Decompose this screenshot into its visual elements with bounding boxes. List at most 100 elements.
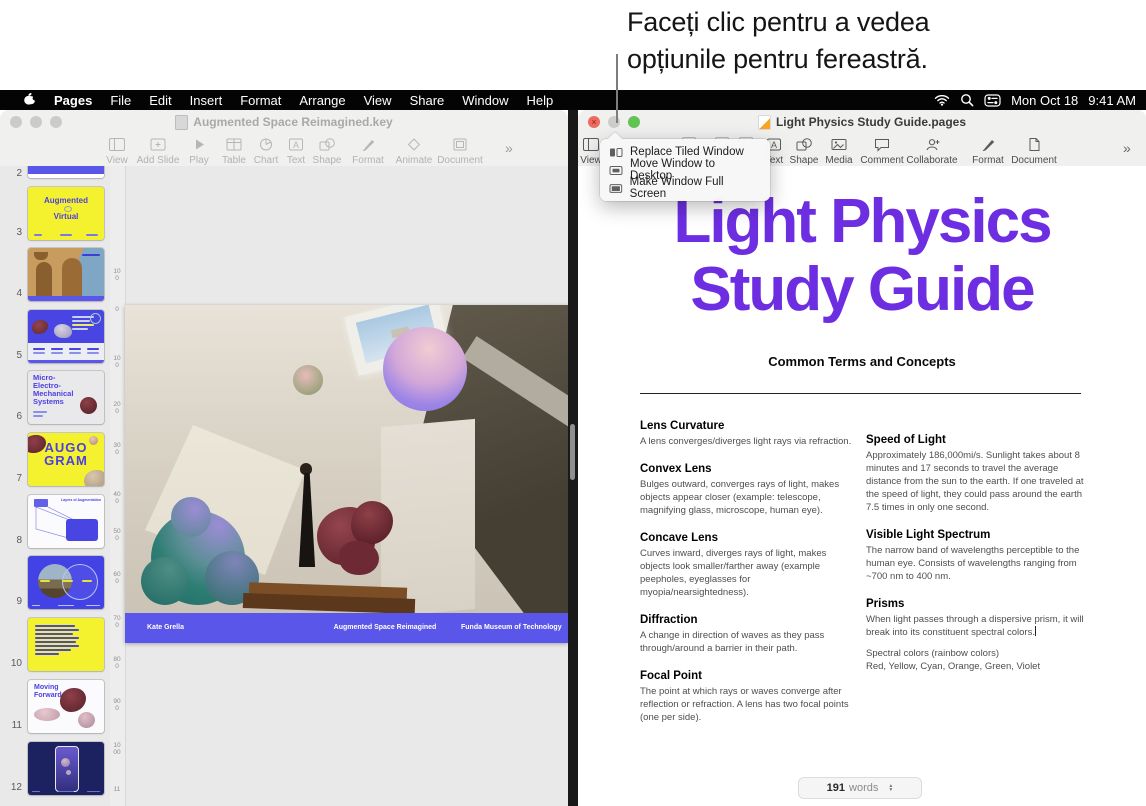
toolbar-button-document[interactable]: Document xyxy=(423,137,497,166)
slide-thumbnail-12[interactable] xyxy=(28,742,104,795)
pages-document: Light Physics Study Guide Common Terms a… xyxy=(578,166,1146,806)
slide-number: 10 xyxy=(2,658,22,669)
menu-item-edit[interactable]: Edit xyxy=(140,93,180,108)
zoom-button[interactable] xyxy=(628,116,640,128)
replace-tiled-window-icon xyxy=(609,146,623,159)
slide-number: 2 xyxy=(2,168,22,179)
slide-thumbnail-5[interactable] xyxy=(28,310,104,363)
keynote-document-icon xyxy=(175,115,188,130)
section-body: Red, Yellow, Cyan, Orange, Green, Violet xyxy=(866,660,1094,673)
window-options-menu: Replace Tiled Window Move Window to Desk… xyxy=(600,139,770,201)
section-body: Curves inward, diverges rays of light, m… xyxy=(640,547,852,599)
section-body: Bulges outward, converges rays of light,… xyxy=(640,478,852,517)
right-text-column[interactable]: Speed of Light Approximately 186,000mi/s… xyxy=(866,434,1094,688)
slide-footer-bar: Kate Grella Augmented Space Reimagined F… xyxy=(125,613,568,643)
current-slide[interactable]: Kate Grella Augmented Space Reimagined F… xyxy=(125,305,568,643)
section-body: A lens converges/diverges light rays via… xyxy=(640,435,852,448)
keynote-window-chrome: Augmented Space Reimagined.key View Add … xyxy=(0,110,568,167)
menu-item-pages[interactable]: Pages xyxy=(45,93,101,108)
section-heading: Speed of Light xyxy=(866,434,1094,446)
menu-item-view[interactable]: View xyxy=(355,93,401,108)
section-body: A change in direction of waves as they p… xyxy=(640,629,852,655)
doc-section: Diffraction A change in direction of wav… xyxy=(640,614,852,655)
doc-section: Concave Lens Curves inward, diverges ray… xyxy=(640,532,852,599)
menu-item-file[interactable]: File xyxy=(101,93,140,108)
callout-line-2: opțiunile pentru fereastră. xyxy=(627,41,929,78)
section-body: The narrow band of wavelengths perceptib… xyxy=(866,544,1094,583)
callout-line-1: Faceți clic pentru a vedea xyxy=(627,4,929,41)
section-heading: Lens Curvature xyxy=(640,420,852,432)
close-button[interactable] xyxy=(10,116,22,128)
menu-bar-time[interactable]: 9:41 AM xyxy=(1088,93,1136,108)
horizontal-rule xyxy=(640,393,1081,394)
slide-thumbnail-7[interactable]: AUGO GRAM xyxy=(28,433,104,486)
menu-item-format[interactable]: Format xyxy=(231,93,290,108)
slide-thumbnail-9[interactable] xyxy=(28,556,104,609)
slide-number: 11 xyxy=(2,720,22,731)
menu-item-share[interactable]: Share xyxy=(401,93,454,108)
photo-person xyxy=(297,463,317,567)
slide-thumbnail-10[interactable] xyxy=(28,618,104,671)
slide-navigator: 2 3 Augmented Virtual 4 xyxy=(0,166,111,806)
word-count-stepper-icon[interactable]: ▲▼ xyxy=(888,784,893,793)
menu-bar-date[interactable]: Mon Oct 18 xyxy=(1011,93,1078,108)
document-subtitle[interactable]: Common Terms and Concepts xyxy=(578,354,1146,369)
left-text-column[interactable]: Lens Curvature A lens converges/diverges… xyxy=(640,420,852,739)
minimize-button[interactable] xyxy=(30,116,42,128)
toolbar-button-document[interactable]: Document xyxy=(997,137,1071,166)
pages-window: Light Physics Study Guide.pages × View A… xyxy=(578,110,1146,806)
slide-thumbnail-4[interactable] xyxy=(28,248,104,301)
toolbar-overflow-chevron[interactable]: » xyxy=(1123,140,1131,156)
section-body: The point at which rays or waves converg… xyxy=(640,685,852,724)
slide-footer-venue: Funda Museum of Technology xyxy=(461,624,566,631)
slide-number: 5 xyxy=(2,350,22,361)
doc-section: Convex Lens Bulges outward, converges ra… xyxy=(640,463,852,517)
zoom-button[interactable] xyxy=(50,116,62,128)
menu-item-make-window-full-screen[interactable]: Make Window Full Screen xyxy=(600,179,770,197)
slide-thumbnail-6[interactable]: Micro- Electro- Mechanical Systems xyxy=(28,371,104,424)
menu-bar: Pages File Edit Insert Format Arrange Vi… xyxy=(0,90,1146,110)
keynote-canvas: 100 0 100 200 300 400 500 600 700 800 90… xyxy=(110,166,568,806)
slide-thumbnail-2[interactable] xyxy=(28,166,104,178)
slide-thumbnail-11[interactable]: Moving Forward xyxy=(28,680,104,733)
slide-thumbnail-8[interactable]: Layers of Augmentation xyxy=(28,495,104,548)
photo-small-sphere xyxy=(293,365,323,395)
slide-number: 12 xyxy=(2,782,22,793)
menu-item-help[interactable]: Help xyxy=(518,93,563,108)
doc-section: Lens Curvature A lens converges/diverges… xyxy=(640,420,852,448)
slide-footer-author: Kate Grella xyxy=(147,624,184,631)
section-heading: Convex Lens xyxy=(640,463,852,475)
slide-thumbnail-3[interactable]: Augmented Virtual xyxy=(28,187,104,240)
scrollbar-thumb[interactable] xyxy=(570,424,575,480)
doc-section: Speed of Light Approximately 186,000mi/s… xyxy=(866,434,1094,514)
move-window-to-desktop-icon xyxy=(609,164,623,177)
slide-number: 8 xyxy=(2,535,22,546)
word-count-control[interactable]: 191 words ▲▼ xyxy=(798,777,922,799)
toolbar-overflow-chevron[interactable]: » xyxy=(505,140,513,156)
keynote-traffic-lights xyxy=(10,116,62,128)
photo-large-sphere xyxy=(383,327,467,411)
minimize-button[interactable] xyxy=(608,116,620,128)
wifi-icon[interactable] xyxy=(934,94,950,106)
text-cursor xyxy=(1035,626,1036,636)
document-title[interactable]: Light Physics Study Guide xyxy=(578,188,1146,324)
make-window-full-screen-icon xyxy=(609,182,623,195)
doc-section: Prisms When light passes through a dispe… xyxy=(866,598,1094,639)
pages-window-title: Light Physics Study Guide.pages xyxy=(776,115,966,129)
menu-item-window[interactable]: Window xyxy=(453,93,517,108)
close-button[interactable]: × xyxy=(588,116,600,128)
section-heading: Prisms xyxy=(866,598,1094,610)
document-icon xyxy=(423,137,497,153)
slide-number: 7 xyxy=(2,473,22,484)
slide-photo xyxy=(125,305,568,613)
search-icon[interactable] xyxy=(960,93,974,107)
apple-menu[interactable] xyxy=(14,92,45,109)
control-center-icon[interactable] xyxy=(984,94,1001,107)
pages-traffic-lights: × xyxy=(588,116,640,128)
menu-item-insert[interactable]: Insert xyxy=(181,93,232,108)
doc-section: Focal Point The point at which rays or w… xyxy=(640,670,852,724)
callout-text: Faceți clic pentru a vedea opțiunile pen… xyxy=(627,4,929,78)
menu-item-arrange[interactable]: Arrange xyxy=(290,93,354,108)
slide-footer-title: Augmented Space Reimagined xyxy=(305,624,465,631)
apple-icon xyxy=(23,92,36,106)
